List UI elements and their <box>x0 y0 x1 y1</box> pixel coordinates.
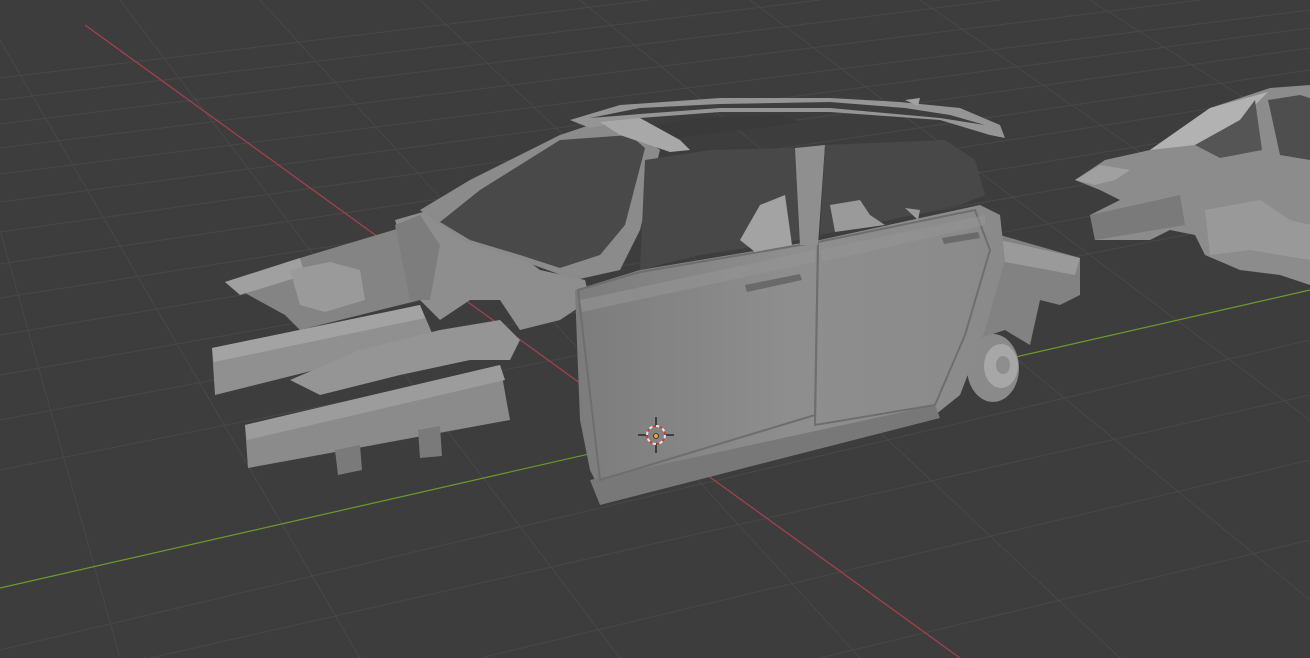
3d-viewport[interactable] <box>0 0 1310 658</box>
origin-point-icon <box>653 433 659 439</box>
